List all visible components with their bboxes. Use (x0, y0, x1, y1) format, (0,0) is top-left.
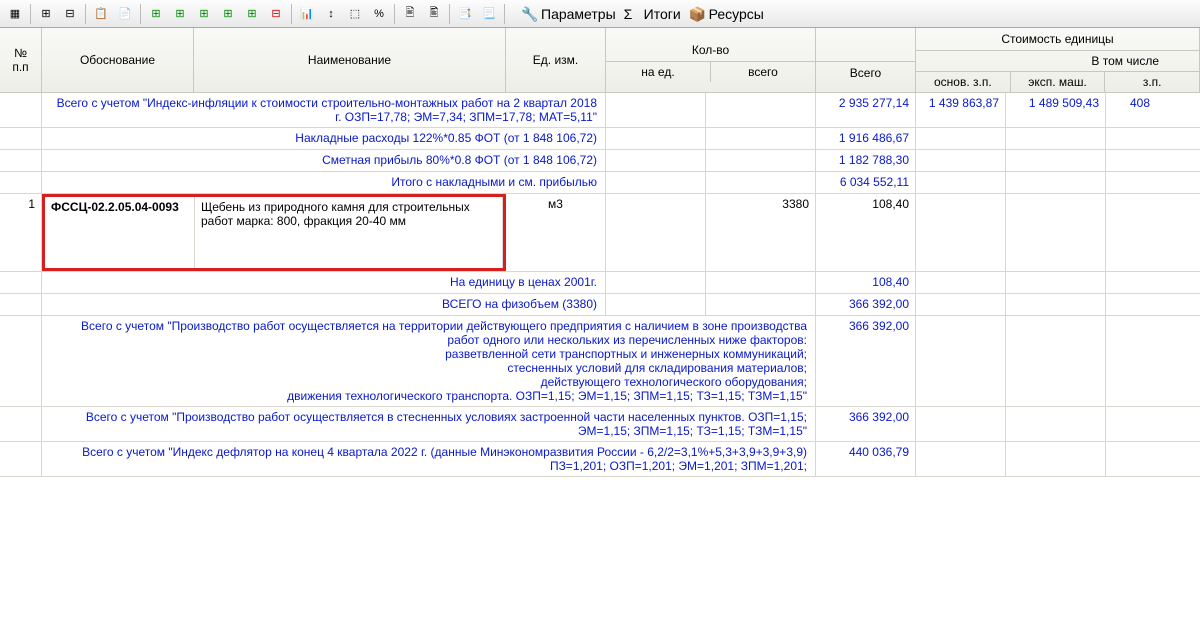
tb-btn-10[interactable]: 🖹 (399, 3, 421, 25)
tb-btn-11[interactable]: 🖺 (423, 3, 445, 25)
tb-btn-4[interactable]: 📋 (90, 3, 112, 25)
col-unit-cost[interactable]: Стоимость единицы В том числе основ. з.п… (916, 28, 1200, 92)
toolbar-separator (85, 4, 86, 24)
tb-btn-12[interactable]: 📑 (454, 3, 476, 25)
panel-resources[interactable]: 📦 Ресурсы (689, 6, 764, 22)
toolbar-separator (30, 4, 31, 24)
col-total[interactable]: Всего (816, 28, 916, 92)
table-row[interactable]: Всего с учетом "Производство работ осуще… (0, 316, 1200, 407)
toolbar-separator (449, 4, 450, 24)
tb-btn-add5[interactable]: ⊞ (241, 3, 263, 25)
tb-btn-6[interactable]: 📊 (296, 3, 318, 25)
data-grid: № п.п Обоснование Наименование Ед. изм. … (0, 28, 1200, 477)
table-row[interactable]: Итого с накладными и см. прибылью 6 034 … (0, 172, 1200, 194)
table-row[interactable]: Всего с учетом "Индекс-инфляции к стоимо… (0, 93, 1200, 128)
tb-btn-2[interactable]: ⊞ (35, 3, 57, 25)
col-qty[interactable]: Кол-во на ед. всего (606, 28, 816, 92)
col-eksp[interactable]: эксп. маш. (1011, 72, 1106, 92)
tb-btn-13[interactable]: 📃 (478, 3, 500, 25)
tb-btn-add3[interactable]: ⊞ (193, 3, 215, 25)
totals-icon: Σ (624, 6, 640, 22)
toolbar-separator (291, 4, 292, 24)
tb-btn-add1[interactable]: ⊞ (145, 3, 167, 25)
tb-btn-add4[interactable]: ⊞ (217, 3, 239, 25)
table-row[interactable]: Всего с учетом "Производство работ осуще… (0, 407, 1200, 442)
tb-btn-add2[interactable]: ⊞ (169, 3, 191, 25)
col-qty-total[interactable]: всего (711, 62, 815, 82)
tb-btn-3[interactable]: ⊟ (59, 3, 81, 25)
toolbar-separator (504, 4, 505, 24)
col-qty-unit[interactable]: на ед. (606, 62, 711, 82)
tb-btn-1[interactable]: ▦ (4, 3, 26, 25)
resources-icon: 📦 (689, 6, 705, 22)
table-row[interactable]: ВСЕГО на физобъем (3380) 366 392,00 (0, 294, 1200, 316)
col-zp[interactable]: з.п. (1105, 72, 1199, 92)
tb-btn-8[interactable]: ⬚ (344, 3, 366, 25)
col-num[interactable]: № п.п (0, 28, 42, 92)
tb-btn-5[interactable]: 📄 (114, 3, 136, 25)
toolbar-separator (140, 4, 141, 24)
col-unit[interactable]: Ед. изм. (506, 28, 606, 92)
col-osn[interactable]: основ. з.п. (916, 72, 1011, 92)
totals-label: Итоги (644, 6, 681, 22)
tb-btn-9[interactable]: % (368, 3, 390, 25)
header-row-1: № п.п Обоснование Наименование Ед. изм. … (0, 28, 1200, 93)
panel-totals[interactable]: Σ Итоги (624, 6, 681, 22)
table-row[interactable]: На единицу в ценах 2001г. 108,40 (0, 272, 1200, 294)
panel-params[interactable]: 🔧 Параметры (521, 6, 616, 22)
toolbar-separator (394, 4, 395, 24)
tb-btn-del[interactable]: ⊟ (265, 3, 287, 25)
toolbar: ▦ ⊞ ⊟ 📋 📄 ⊞ ⊞ ⊞ ⊞ ⊞ ⊟ 📊 ↕ ⬚ % 🖹 🖺 📑 📃 🔧 … (0, 0, 1200, 28)
table-row[interactable]: Накладные расходы 122%*0.85 ФОТ (от 1 84… (0, 128, 1200, 150)
resources-label: Ресурсы (709, 6, 764, 22)
params-label: Параметры (541, 6, 616, 22)
table-row-highlighted[interactable]: 1 ФССЦ-02.2.05.04-0093 Щебень из природн… (0, 194, 1200, 272)
table-row[interactable]: Всего с учетом "Индекс дефлятор на конец… (0, 442, 1200, 477)
highlighted-cells: ФССЦ-02.2.05.04-0093 Щебень из природног… (42, 194, 506, 271)
col-basis[interactable]: Обоснование (42, 28, 194, 92)
tb-btn-7[interactable]: ↕ (320, 3, 342, 25)
params-icon: 🔧 (521, 6, 537, 22)
table-row[interactable]: Сметная прибыль 80%*0.8 ФОТ (от 1 848 10… (0, 150, 1200, 172)
col-name[interactable]: Наименование (194, 28, 506, 92)
